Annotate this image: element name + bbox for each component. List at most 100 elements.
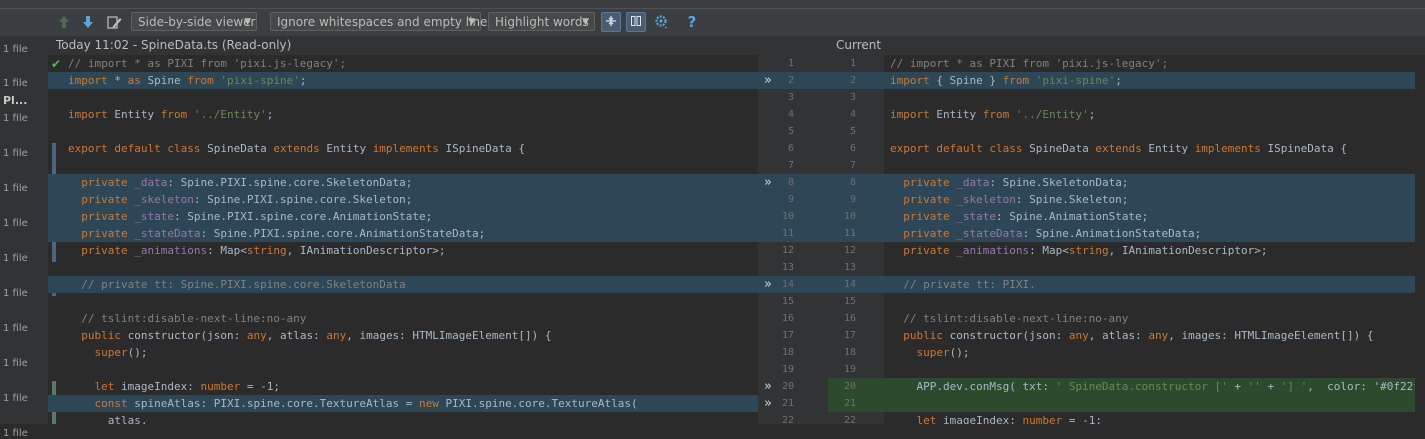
collapse-unchanged-button[interactable] <box>601 12 621 32</box>
code-line-text: private _skeleton: Spine.PIXI.spine.core… <box>81 193 413 206</box>
code-line[interactable]: import Entity from '../Entity'; <box>884 106 1425 123</box>
sidebar-item[interactable]: 1 file <box>3 218 28 229</box>
code-line-text: import * as Spine from 'pixi-spine'; <box>68 74 307 87</box>
code-line[interactable] <box>884 89 1425 106</box>
sidebar-item[interactable]: 1 file <box>3 44 28 55</box>
code-line[interactable]: // private tt: PIXI. <box>884 276 1425 293</box>
code-line[interactable]: private _state: Spine.AnimationState; <box>884 208 1425 225</box>
highlight-select[interactable]: Highlight words ▼ <box>488 12 595 31</box>
code-line[interactable]: let imageIndex: number = -1; <box>48 378 758 395</box>
code-line[interactable]: private _skeleton: Spine.PIXI.spine.core… <box>48 191 758 208</box>
code-line[interactable]: super(); <box>48 344 758 361</box>
right-line-number: 1 <box>849 58 856 69</box>
edit-icon[interactable] <box>104 12 124 32</box>
code-line[interactable]: // import * as PIXI from 'pixi.js-legacy… <box>48 55 758 72</box>
right-line-number: 13 <box>843 262 856 273</box>
sidebar-item[interactable]: 1 file <box>3 148 28 159</box>
code-line[interactable]: private _animations: Map<string, IAnimat… <box>48 242 758 259</box>
code-line[interactable]: import Entity from '../Entity'; <box>48 106 758 123</box>
sidebar-item[interactable]: Pl... <box>3 94 27 107</box>
code-line[interactable] <box>48 157 758 174</box>
diff-toolbar: Side-by-side viewer ▼ Ignore whitespaces… <box>0 9 1425 36</box>
chevron-right-icon[interactable]: » <box>764 378 772 395</box>
help-icon[interactable]: ? <box>682 12 702 32</box>
viewer-mode-select[interactable]: Side-by-side viewer ▼ <box>131 12 257 31</box>
code-line[interactable]: export default class SpineData extends E… <box>884 140 1425 157</box>
chevron-down-icon: ▼ <box>468 17 475 27</box>
right-line-number: 9 <box>849 194 856 205</box>
code-line-text: import Entity from '../Entity'; <box>890 108 1096 121</box>
code-line[interactable]: private _animations: Map<string, IAnimat… <box>884 242 1425 259</box>
code-line-text: private _skeleton: Spine.Skeleton; <box>903 193 1129 206</box>
gear-icon[interactable] <box>652 12 672 32</box>
left-line-number: 1 <box>787 58 794 69</box>
code-line[interactable]: atlas, <box>48 412 758 424</box>
code-line[interactable]: // private tt: Spine.PIXI.spine.core.Ske… <box>48 276 758 293</box>
sidebar-item[interactable]: 1 file <box>3 78 28 89</box>
left-line-number: 12 <box>781 245 794 256</box>
right-editor-pane[interactable]: // import * as PIXI from 'pixi.js-legacy… <box>884 36 1425 424</box>
left-line-number: 8 <box>787 177 794 188</box>
code-line[interactable] <box>48 259 758 276</box>
sidebar-item[interactable]: 1 file <box>3 323 28 334</box>
sync-scroll-button[interactable] <box>626 12 646 32</box>
code-line[interactable]: public constructor(json: any, atlas: any… <box>48 327 758 344</box>
code-line[interactable]: private _state: Spine.PIXI.spine.core.An… <box>48 208 758 225</box>
code-line[interactable] <box>884 123 1425 140</box>
viewer-mode-label: Side-by-side viewer <box>138 15 256 29</box>
code-line[interactable] <box>48 123 758 140</box>
code-line[interactable]: // import * as PIXI from 'pixi.js-legacy… <box>884 55 1425 72</box>
code-line[interactable]: // tslint:disable-next-line:no-any <box>48 310 758 327</box>
code-line[interactable]: public constructor(json: any, atlas: any… <box>884 327 1425 344</box>
code-line[interactable]: export default class SpineData extends E… <box>48 140 758 157</box>
sidebar-item[interactable]: 1 file <box>3 183 28 194</box>
code-line[interactable]: import { Spine } from 'pixi-spine'; <box>884 72 1425 89</box>
code-line[interactable]: super(); <box>884 344 1425 361</box>
chevron-right-icon[interactable]: » <box>764 395 772 412</box>
chevron-right-icon[interactable]: » <box>764 276 772 293</box>
code-line[interactable] <box>48 361 758 378</box>
sidebar-item[interactable]: 1 file <box>3 358 28 369</box>
code-line-text: private _stateData: Spine.AnimationState… <box>903 227 1202 240</box>
code-line[interactable] <box>884 293 1425 310</box>
right-line-number: 20 <box>843 381 856 392</box>
right-line-number: 4 <box>849 109 856 120</box>
chevron-right-icon[interactable]: » <box>764 72 772 89</box>
code-line[interactable] <box>884 157 1425 174</box>
code-line[interactable]: import * as Spine from 'pixi-spine'; <box>48 72 758 89</box>
code-line[interactable]: private _stateData: Spine.PIXI.spine.cor… <box>48 225 758 242</box>
code-line[interactable]: const spineAtlas: PIXI.spine.core.Textur… <box>48 395 758 412</box>
arrow-up-icon[interactable] <box>54 12 74 32</box>
code-line[interactable]: private _skeleton: Spine.Skeleton; <box>884 191 1425 208</box>
code-line[interactable] <box>48 89 758 106</box>
left-line-number: 22 <box>781 415 794 426</box>
sidebar-item[interactable]: 1 file <box>3 253 28 264</box>
code-line-text: // tslint:disable-next-line:no-any <box>890 312 1129 325</box>
left-editor-pane[interactable]: Today 11:02 - SpineData.ts (Read-only) ✔… <box>48 36 758 424</box>
code-line[interactable]: private _stateData: Spine.AnimationState… <box>884 225 1425 242</box>
code-line[interactable]: private _data: Spine.PIXI.spine.core.Ske… <box>48 174 758 191</box>
right-line-number: 19 <box>843 364 856 375</box>
whitespace-select[interactable]: Ignore whitespaces and empty lines ▼ <box>270 12 494 31</box>
sidebar-item[interactable]: 1 file <box>3 288 28 299</box>
code-line[interactable]: APP.dev.conMsg( txt: ' SpineData.constru… <box>884 378 1425 395</box>
chevron-right-icon[interactable]: » <box>764 174 772 191</box>
code-line[interactable] <box>48 293 758 310</box>
code-line[interactable] <box>884 361 1425 378</box>
left-line-number: 15 <box>781 296 794 307</box>
right-line-number: 6 <box>849 143 856 154</box>
right-line-number: 7 <box>849 160 856 171</box>
code-line-text: // import * as PIXI from 'pixi.js-legacy… <box>68 57 347 70</box>
sidebar-item[interactable]: 1 file <box>3 113 28 124</box>
code-line[interactable] <box>884 259 1425 276</box>
sidebar-item[interactable]: 1 file <box>3 393 28 404</box>
code-line-text: private _state: Spine.AnimationState; <box>903 210 1149 223</box>
left-line-number: 10 <box>781 211 794 222</box>
arrow-down-icon[interactable] <box>78 12 98 32</box>
code-line[interactable]: // tslint:disable-next-line:no-any <box>884 310 1425 327</box>
code-line[interactable]: private _data: Spine.SkeletonData; <box>884 174 1425 191</box>
vertical-scrollbar[interactable] <box>1415 55 1425 424</box>
code-line[interactable]: let imageIndex: number = -1; <box>884 412 1425 424</box>
code-line[interactable] <box>884 395 1425 412</box>
sidebar-item[interactable]: 1 file <box>3 428 28 439</box>
